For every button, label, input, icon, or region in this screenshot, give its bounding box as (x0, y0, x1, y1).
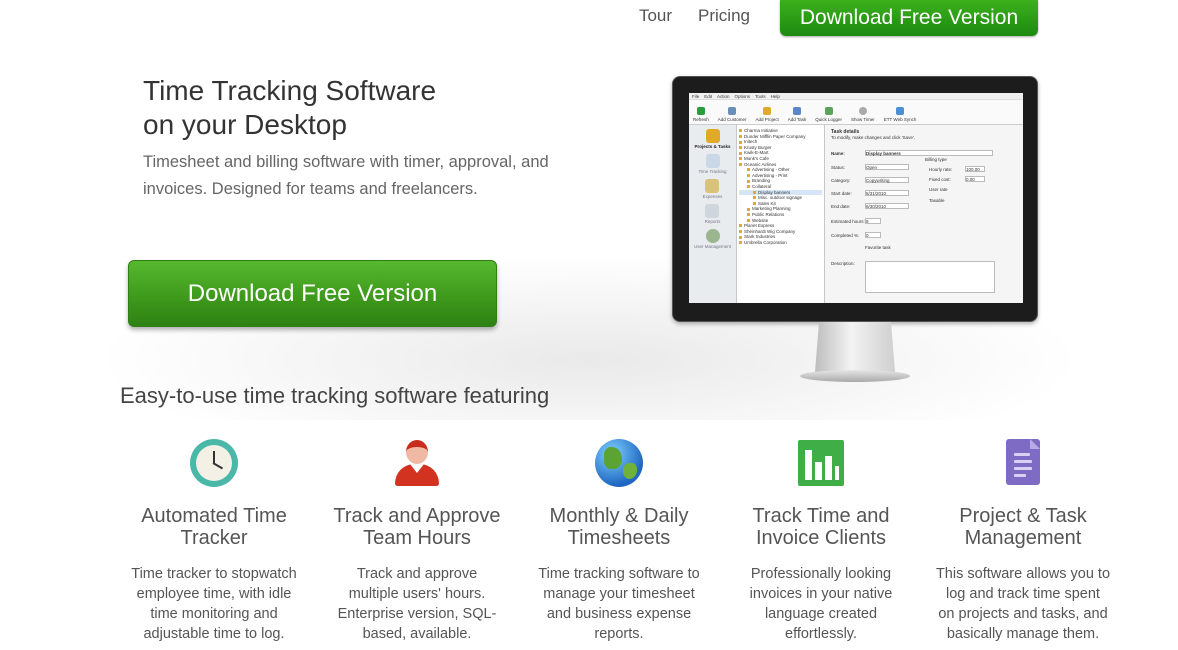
nav-pricing-link[interactable]: Pricing (698, 6, 750, 26)
hours-label: Estimated hours: (831, 219, 865, 224)
app-tool-refresh: Refresh (693, 107, 709, 124)
feature-title: Track Time and Invoice Clients (752, 505, 890, 549)
app-task-details: Task details To modify, make changes and… (825, 125, 1023, 303)
app-project-tree: Charma Initiative Dunder Mifflin Paper C… (737, 125, 825, 303)
feature-description: Time tracking software to manage your ti… (538, 566, 700, 642)
feature-description: Professionally looking invoices in your … (749, 566, 893, 642)
app-menu-item: Action (717, 93, 730, 99)
form-hint: To modify, make changes and click 'Save'… (831, 135, 915, 140)
name-field: Display banners (865, 150, 993, 156)
hero-subtitle: Timesheet and billing software with time… (143, 153, 549, 198)
app-body: Projects & Tasks Time Tracking Expenses … (689, 125, 1023, 303)
fixed-cost-field: 0.00 (965, 176, 985, 182)
feature-track-approve: Track and Approve Team Hours Track and a… (319, 438, 515, 644)
fixed-cost-label: Fixed cost: (929, 177, 951, 182)
app-toolbar: Refresh Add Customer Add Project Add Tas… (689, 100, 1023, 125)
app-menu-item: Edit (704, 93, 713, 99)
feature-timesheets: Monthly & Daily Timesheets Time tracking… (521, 438, 717, 644)
hero-download-button[interactable]: Download Free Version (128, 260, 497, 327)
completed-field: 0 (865, 232, 881, 238)
end-date-field: 6/30/2010 (865, 203, 909, 209)
globe-icon (594, 438, 644, 488)
category-label: Category: (831, 178, 851, 183)
app-menu-item: Tools (755, 93, 766, 99)
user-icon (392, 438, 442, 488)
app-nav-expenses: Expenses (703, 179, 722, 199)
app-nav-reports: Reports (705, 204, 720, 224)
hourly-rate-field: 100.00 (965, 166, 985, 172)
app-tool-add-customer: Add Customer (718, 107, 747, 124)
app-tool-show-timer: Show Timer (851, 107, 875, 124)
app-menu-item: Options (734, 93, 751, 99)
monitor-frame: File Edit Action Options Tools Help Refr… (672, 76, 1038, 322)
feature-title: Monthly & Daily Timesheets (549, 505, 689, 549)
start-date-field: 5/31/2010 (865, 190, 909, 196)
description-label: Description: (831, 261, 855, 266)
status-label: Status: (831, 165, 846, 170)
nav-tour-link[interactable]: Tour (639, 6, 672, 26)
product-screenshot-monitor: File Edit Action Options Tools Help Refr… (672, 76, 1038, 388)
end-date-label: End date: (831, 204, 851, 209)
feature-title: Project & Task Management (959, 505, 1087, 549)
feature-description: Track and approve multiple users' hours.… (337, 566, 497, 642)
monitor-stand (815, 322, 895, 372)
feature-project-task-management: Project & Task Management This software … (925, 438, 1121, 644)
hours-field: 9 (865, 218, 881, 224)
app-menu-item: Help (770, 93, 780, 99)
name-label: Name: (831, 151, 845, 156)
app-screenshot: File Edit Action Options Tools Help Refr… (689, 93, 1023, 303)
app-tool-add-project: Add Project (756, 107, 779, 124)
category-field: Copywriting (865, 177, 909, 183)
nav-download-button[interactable]: Download Free Version (780, 0, 1038, 36)
feature-title: Automated Time Tracker (141, 505, 287, 549)
feature-description: This software allows you to log and trac… (935, 566, 1111, 642)
app-menubar: File Edit Action Options Tools Help (689, 93, 1023, 100)
billing-type-label: Billing type (925, 157, 947, 162)
app-tool-web-synch: ETT Web Synch (884, 107, 916, 124)
document-icon (998, 438, 1048, 488)
feature-invoice-clients: Track Time and Invoice Clients Professio… (723, 438, 919, 644)
app-nav-projects: Projects & Tasks (695, 129, 730, 149)
hero-title: Time Tracking Software on your Desktop (143, 75, 437, 140)
start-date-label: Start date: (831, 191, 852, 196)
clock-icon (189, 438, 239, 488)
favorite-checkbox-label: Favorite task (865, 245, 891, 250)
bar-chart-icon (796, 438, 846, 488)
description-field (865, 261, 995, 293)
status-field: Open (865, 164, 909, 170)
app-side-nav: Projects & Tasks Time Tracking Expenses … (689, 125, 737, 303)
hourly-rate-label: Hourly rate: (929, 167, 953, 172)
feature-automated-time-tracker: Automated Time Tracker Time tracker to s… (116, 438, 312, 644)
features-heading: Easy-to-use time tracking software featu… (120, 383, 550, 408)
app-menu-item: File (692, 93, 700, 99)
taxable-label: Taxable (929, 198, 945, 203)
app-tool-add-task: Add Task (788, 107, 806, 124)
app-nav-time-tracking: Time Tracking (698, 154, 727, 174)
feature-description: Time tracker to stopwatch employee time,… (131, 566, 297, 642)
app-tool-quick-logger: Quick Logger (815, 107, 842, 124)
feature-title: Track and Approve Team Hours (333, 505, 501, 549)
user-rate-label: User rate (929, 187, 948, 192)
app-nav-user-management: User Management (694, 229, 731, 249)
top-nav: Tour Pricing Download Free Version (639, 0, 1064, 36)
completed-label: Completed %: (831, 233, 860, 238)
tree-item: Umbrella Corporation (739, 240, 822, 246)
monitor-base (800, 370, 910, 382)
